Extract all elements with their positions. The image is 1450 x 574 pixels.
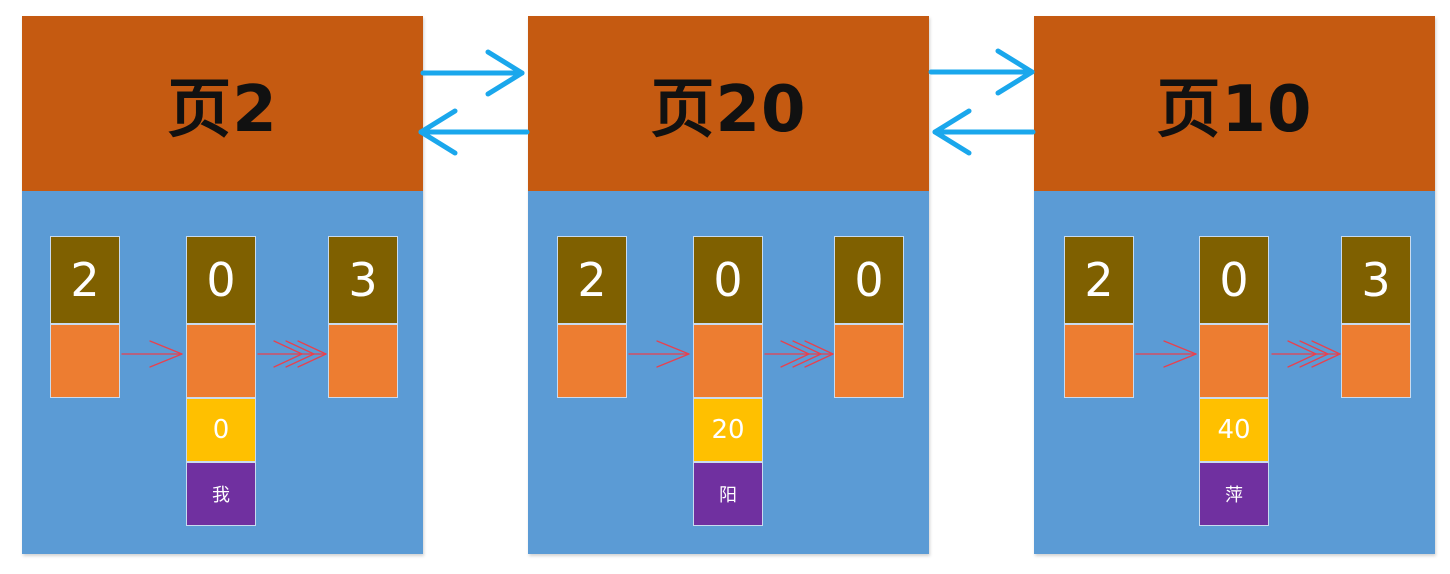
page-link-next-arrow-1 [420, 49, 525, 97]
record-key-1: 0 [186, 398, 256, 462]
diagram-canvas: 页2 2 0 3 0 我 页20 2 0 0 20 阳 页10 2 0 3 40… [0, 0, 1450, 574]
pointer-2-2 [693, 324, 763, 398]
record-value-1: 我 [186, 462, 256, 526]
slot-1-2: 0 [186, 236, 256, 324]
pointer-2-1 [557, 324, 627, 398]
record-value-2: 阳 [693, 462, 763, 526]
slot-2-3: 0 [834, 236, 904, 324]
page-box-1: 页2 2 0 3 0 我 [22, 16, 423, 554]
slot-2-1: 2 [557, 236, 627, 324]
slot-3-2: 0 [1199, 236, 1269, 324]
slot-1-3: 3 [328, 236, 398, 324]
pointer-1-2 [186, 324, 256, 398]
page-header-2: 页20 [528, 16, 929, 191]
page-title-2: 页20 [650, 72, 807, 147]
slot-3-3: 3 [1341, 236, 1411, 324]
slot-3-1: 2 [1064, 236, 1134, 324]
page-link-prev-arrow-1 [418, 108, 530, 156]
page-title-1: 页2 [167, 72, 278, 147]
pointer-1-1 [50, 324, 120, 398]
pointer-2-3 [834, 324, 904, 398]
slot-1-1: 2 [50, 236, 120, 324]
page-box-2: 页20 2 0 0 20 阳 [528, 16, 929, 554]
page-box-3: 页10 2 0 3 40 萍 [1034, 16, 1435, 554]
pointer-3-2 [1199, 324, 1269, 398]
slot-2-2: 0 [693, 236, 763, 324]
pointer-1-3 [328, 324, 398, 398]
page-header-1: 页2 [22, 16, 423, 191]
page-link-prev-arrow-2 [932, 108, 1036, 156]
page-link-next-arrow-2 [928, 48, 1035, 96]
page-body-3: 2 0 3 40 萍 [1034, 191, 1435, 554]
record-key-3: 40 [1199, 398, 1269, 462]
record-key-2: 20 [693, 398, 763, 462]
page-body-2: 2 0 0 20 阳 [528, 191, 929, 554]
pointer-3-3 [1341, 324, 1411, 398]
page-header-3: 页10 [1034, 16, 1435, 191]
page-body-1: 2 0 3 0 我 [22, 191, 423, 554]
record-value-3: 萍 [1199, 462, 1269, 526]
page-title-3: 页10 [1156, 72, 1313, 147]
pointer-3-1 [1064, 324, 1134, 398]
